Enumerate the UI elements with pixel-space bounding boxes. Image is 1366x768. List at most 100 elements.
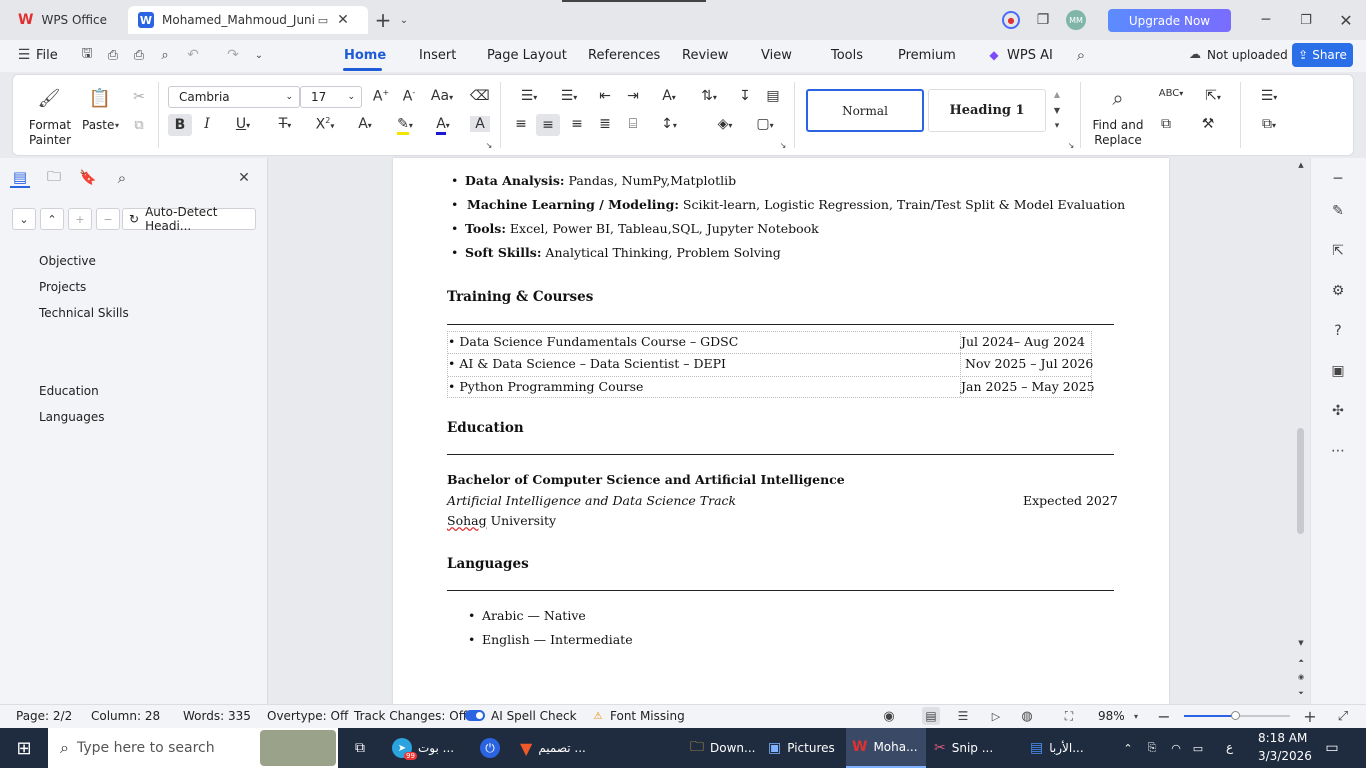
line-spacing-icon[interactable]: ↕▾ (654, 116, 684, 132)
eye-protection-icon[interactable]: ◉ (880, 708, 898, 724)
italic-icon[interactable]: I (198, 116, 216, 132)
distributed-icon[interactable]: ⌸ (624, 116, 642, 132)
move-up-button[interactable]: ⌃ (40, 208, 64, 230)
fullscreen-icon[interactable]: ⤢ (1334, 707, 1352, 725)
text-effect-icon[interactable]: A▾ (350, 116, 380, 132)
arrange-icon[interactable]: ⧉▾ (1254, 116, 1284, 132)
bookmark-icon[interactable]: 🔖 (78, 168, 98, 188)
tray-app-icon[interactable]: ⎘ (1144, 740, 1160, 756)
windows-start-icon[interactable]: ⊞ (14, 738, 34, 759)
collapse-sidebar-icon[interactable]: ─ (1328, 170, 1348, 188)
nav-item-education[interactable]: Education (39, 384, 99, 398)
style-heading-1[interactable]: Heading 1 (928, 89, 1046, 132)
word-count[interactable]: Words: 335 (183, 709, 251, 723)
export-pdf-icon[interactable]: ⎙ (104, 46, 122, 64)
styles-dialog-launcher-icon[interactable]: ↘ (1066, 140, 1076, 150)
increase-font-icon[interactable]: A+ (372, 88, 390, 105)
fit-page-icon[interactable]: ⛶ (1060, 708, 1078, 724)
notifications-icon[interactable]: ▭ (1322, 738, 1342, 758)
sort-icon[interactable]: ⇅▾ (694, 88, 724, 104)
change-case-icon[interactable]: Aa▾ (428, 88, 456, 104)
asian-layout-icon[interactable]: ↧ (736, 88, 754, 104)
hamburger-icon[interactable]: ☰ (16, 47, 32, 63)
decrease-indent-icon[interactable]: ⇤ (596, 88, 614, 104)
remove-heading-button[interactable]: − (96, 208, 120, 230)
tools-sidebar-icon[interactable]: ✣ (1328, 402, 1348, 420)
play-icon[interactable]: ▷ (988, 708, 1004, 724)
borders-icon[interactable]: ▢▾ (750, 116, 780, 132)
ai-assistant-icon[interactable]: ● (1002, 11, 1020, 29)
shading-icon[interactable]: ◈▾ (710, 116, 740, 132)
taskbar-app-document[interactable]: ▤ الأربا... (1030, 728, 1106, 768)
close-window-icon[interactable]: ✕ (1336, 10, 1356, 30)
underline-icon[interactable]: U▾ (228, 116, 258, 132)
zoom-dropdown-icon[interactable]: ▾ (1131, 710, 1141, 722)
tab-document[interactable]: W Mohamed_Mahmoud_Junior ▭ ✕ (128, 6, 368, 34)
outline-view-icon[interactable]: ☰ (954, 708, 972, 724)
save-icon[interactable]: 🖫 (78, 46, 96, 64)
bold-icon[interactable]: B (168, 114, 192, 136)
zoom-in-icon[interactable]: + (1302, 707, 1318, 726)
font-size-select[interactable]: 17 ⌄ (300, 86, 362, 108)
undo-icon[interactable]: ↶ (184, 46, 202, 64)
new-tab-icon[interactable]: + (372, 8, 394, 32)
text-layout-icon[interactable]: ☰▾ (1254, 88, 1284, 104)
add-heading-button[interactable]: + (68, 208, 92, 230)
minimize-icon[interactable]: ─ (1256, 10, 1276, 30)
zoom-slider[interactable] (1184, 711, 1290, 720)
justify-icon[interactable]: ≣ (596, 116, 614, 132)
web-view-icon[interactable]: ◍ (1018, 708, 1036, 724)
highlight-icon[interactable]: ✎▾ (390, 116, 420, 135)
tab-list-chevron-icon[interactable]: ⌄ (396, 10, 412, 30)
tab-view[interactable]: View (761, 48, 792, 63)
tab-wps-office[interactable]: W WPS Office (8, 6, 124, 34)
character-shading-icon[interactable]: A (470, 116, 490, 132)
close-tab-icon[interactable]: ✕ (332, 12, 354, 28)
styles-scroll-up-icon[interactable]: ▲ (1051, 88, 1063, 100)
clock-time[interactable]: 8:18 AM (1258, 731, 1307, 745)
scrollbar-thumb[interactable] (1297, 428, 1304, 534)
page-view-icon[interactable]: ▤ (922, 707, 940, 725)
font-color-icon[interactable]: A▾ (428, 116, 458, 135)
nav-item-objective[interactable]: Objective (39, 254, 96, 268)
avatar[interactable]: MM (1066, 10, 1086, 30)
input-language[interactable]: ع (1226, 740, 1233, 754)
taskbar-app-snip[interactable]: ✂ Snip ... (934, 728, 1010, 768)
copy-icon[interactable]: ⧉ (130, 116, 148, 134)
quick-access-chevron-icon[interactable]: ⌄ (252, 46, 266, 64)
taskbar-app-brave[interactable]: ▼ تصميم ... (520, 728, 598, 768)
tab-page-layout[interactable]: Page Layout (487, 48, 567, 63)
align-right-icon[interactable]: ≡ (568, 116, 586, 132)
battery-icon[interactable]: ▭ (1190, 740, 1206, 756)
taskbar-app-pictures[interactable]: ▣ Pictures (768, 728, 844, 768)
close-pane-icon[interactable]: ✕ (234, 168, 254, 188)
nav-item-projects[interactable]: Projects (39, 280, 86, 294)
zoom-slider-handle[interactable] (1231, 711, 1240, 720)
superscript-icon[interactable]: X2▾ (310, 116, 340, 133)
collapse-all-button[interactable]: ⌄ (12, 208, 36, 230)
paragraph-dialog-launcher-icon[interactable]: ↘ (778, 140, 788, 150)
styles-more-icon[interactable]: ▾ (1051, 120, 1063, 132)
numbering-icon[interactable]: ☰▾ (554, 88, 584, 104)
styles-scroll-down-icon[interactable]: ▼ (1051, 104, 1063, 116)
ai-spell-check-label[interactable]: AI Spell Check (491, 709, 577, 723)
paste-button[interactable]: Paste (82, 118, 114, 133)
align-left-icon[interactable]: ≡ (512, 116, 530, 132)
format-painter-button[interactable]: Format Painter (24, 118, 76, 148)
tab-wps-ai[interactable]: WPS AI (1007, 48, 1053, 63)
print-icon[interactable]: ⎙ (130, 46, 148, 64)
tab-insert[interactable]: Insert (419, 48, 456, 63)
file-menu[interactable]: File (36, 48, 58, 63)
tools-icon[interactable]: ⚒ (1198, 116, 1218, 132)
auto-detect-headings-button[interactable]: ↻ Auto-Detect Headi... (122, 205, 256, 233)
image-text-icon[interactable]: ▣ (1328, 362, 1348, 380)
clock-date[interactable]: 3/3/2026 (1258, 749, 1312, 763)
select-cursor-icon[interactable]: ⇱ (1328, 242, 1348, 260)
task-view-icon[interactable]: ⧉ (350, 738, 370, 758)
next-page-icon[interactable]: ⏷ (1296, 688, 1306, 698)
cut-icon[interactable]: ✂ (130, 88, 148, 106)
text-direction-icon[interactable]: A▾ (654, 88, 684, 104)
tab-references[interactable]: References (588, 48, 660, 63)
nav-item-technical-skills[interactable]: Technical Skills (39, 306, 129, 320)
help-icon[interactable]: ? (1328, 322, 1348, 340)
